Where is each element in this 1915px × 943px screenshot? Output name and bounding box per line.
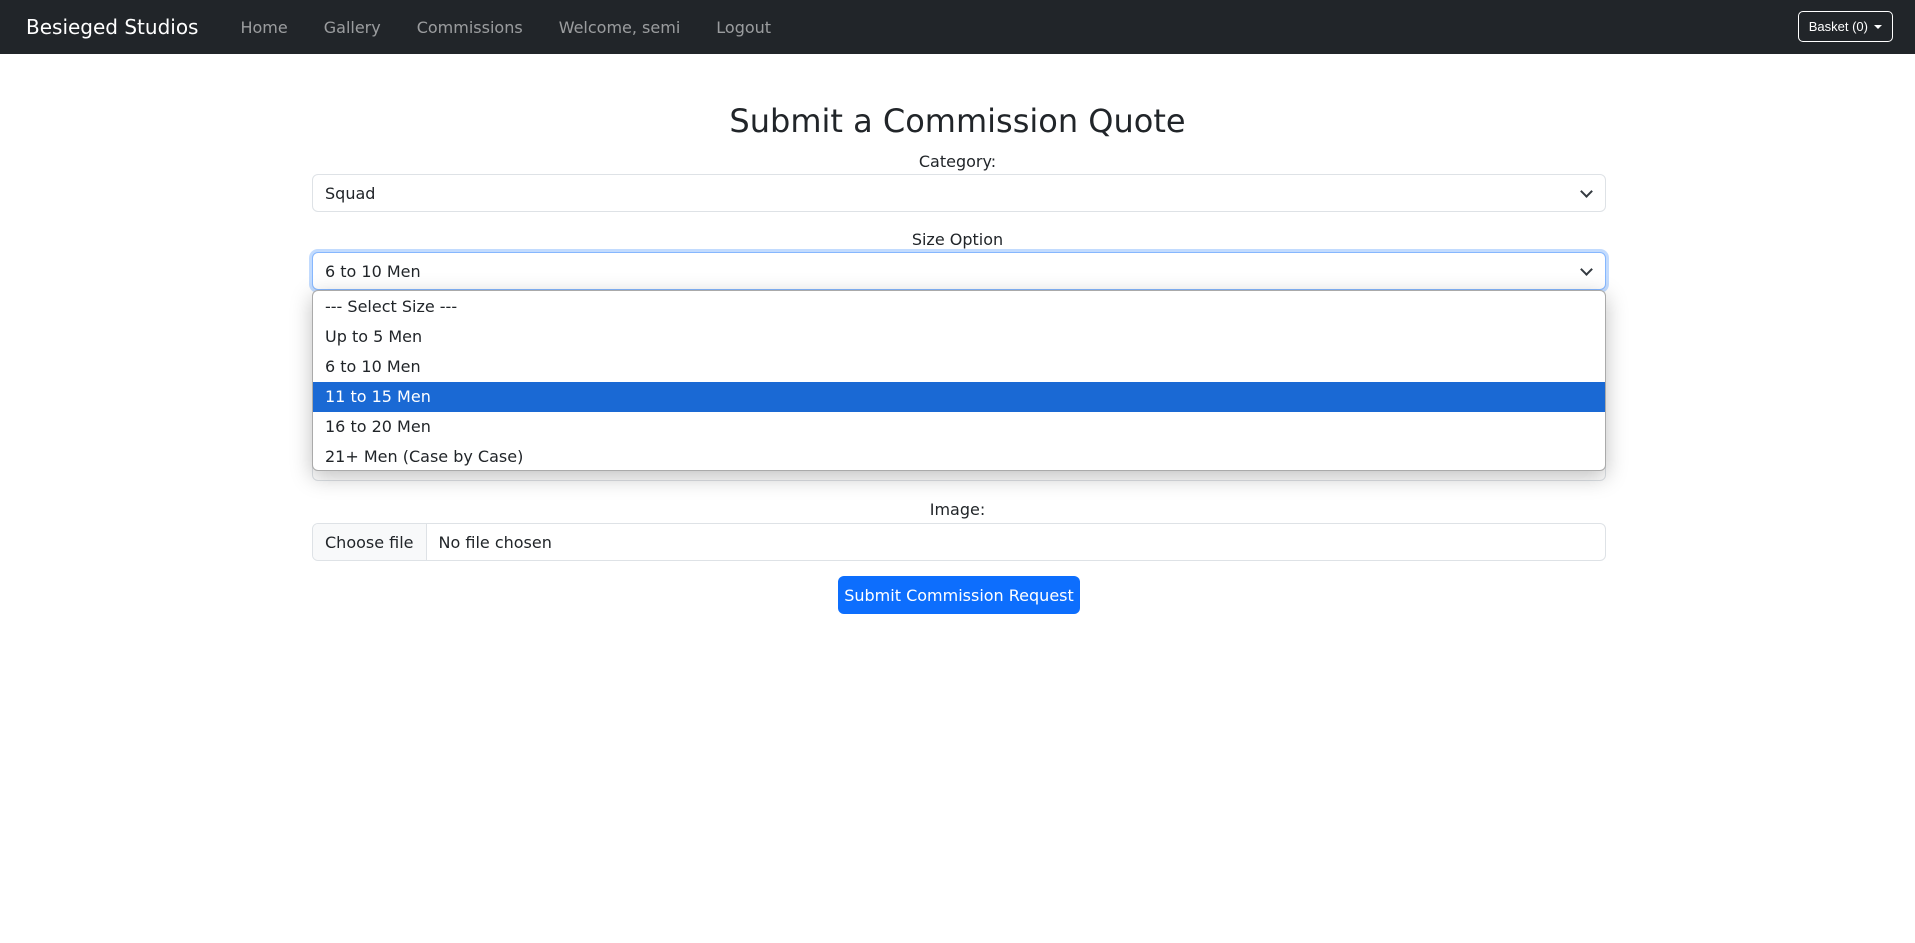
size-option[interactable]: Up to 5 Men (313, 322, 1605, 352)
size-select[interactable]: 6 to 10 Men (312, 252, 1606, 290)
image-label: Image: (929, 500, 986, 519)
nav-welcome[interactable]: Welcome, semi (559, 18, 681, 37)
basket-dropdown-button[interactable]: Basket (0) (1797, 11, 1893, 42)
chevron-down-icon (1580, 263, 1593, 276)
nav-gallery[interactable]: Gallery (324, 18, 381, 37)
category-label: Category: (918, 152, 997, 171)
size-option-highlighted[interactable]: 11 to 15 Men (313, 382, 1605, 412)
nav-home[interactable]: Home (240, 18, 287, 37)
chevron-down-icon (1580, 185, 1593, 198)
brand-link[interactable]: Besieged Studios (26, 15, 198, 39)
category-select[interactable]: Squad (312, 174, 1606, 212)
size-option[interactable]: 16 to 20 Men (313, 412, 1605, 442)
nav-logout[interactable]: Logout (716, 18, 771, 37)
size-value: 6 to 10 Men (325, 261, 421, 281)
size-option[interactable]: --- Select Size --- (313, 292, 1605, 322)
nav-commissions[interactable]: Commissions (417, 18, 523, 37)
submit-commission-button[interactable]: Submit Commission Request (838, 576, 1080, 614)
page-title: Submit a Commission Quote (729, 102, 1186, 140)
category-value: Squad (325, 183, 376, 203)
caret-down-icon (1874, 24, 1882, 29)
choose-file-button[interactable]: Choose file (313, 524, 427, 560)
size-option[interactable]: 6 to 10 Men (313, 352, 1605, 382)
size-option[interactable]: 21+ Men (Case by Case) (313, 442, 1605, 470)
basket-label: Basket (0) (1808, 19, 1868, 34)
image-file-input[interactable]: Choose file No file chosen (312, 523, 1606, 561)
navbar: Besieged Studios Home Gallery Commission… (0, 0, 1915, 54)
file-name: No file chosen (438, 532, 552, 552)
size-label: Size Option (911, 230, 1004, 249)
size-dropdown-list: --- Select Size --- Up to 5 Men 6 to 10 … (312, 290, 1606, 471)
